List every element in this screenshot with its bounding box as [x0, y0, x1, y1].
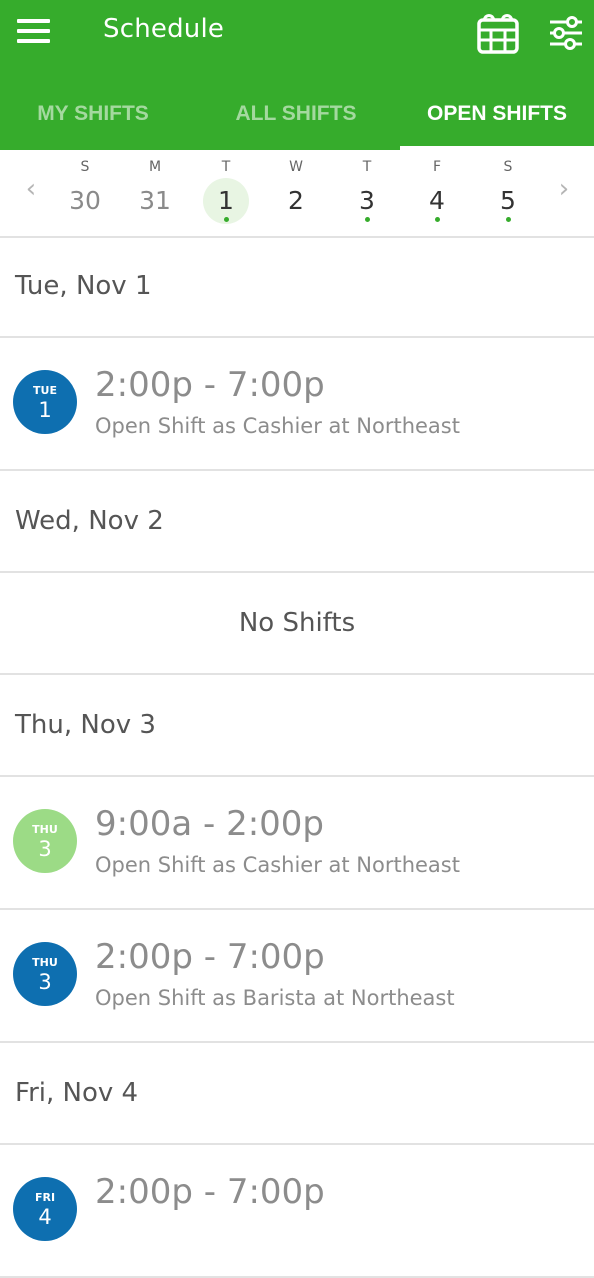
day-header: Wed, Nov 2	[0, 471, 594, 573]
has-shifts-dot	[365, 217, 370, 222]
shift-row[interactable]: THU 3 9:00a - 2:00p Open Shift as Cashier a…	[0, 777, 594, 910]
shift-description: Open Shift as Cashier at Northeast	[95, 414, 460, 438]
shift-description: Open Shift as Barista at Northeast	[95, 986, 455, 1010]
week-day[interactable]: T3	[337, 150, 397, 236]
day-of-week-label: F	[432, 159, 442, 175]
week-day[interactable]: S5	[478, 150, 538, 236]
day-of-week-label: S	[503, 159, 513, 175]
day-of-week-label: M	[148, 159, 162, 175]
no-shifts-text: No Shifts	[238, 608, 356, 638]
tab-bar: MY SHIFTS ALL SHIFTS OPEN SHIFTS	[0, 86, 594, 150]
day-number: 1	[218, 186, 234, 215]
day-of-week-label: S	[80, 159, 90, 175]
tab-all-shifts[interactable]: ALL SHIFTS	[196, 86, 396, 150]
day-of-week-label: W	[289, 159, 303, 175]
shift-row[interactable]: TUE 1 2:00p - 7:00p Open Shift as Cashier a…	[0, 338, 594, 471]
app-bar: Schedule MY SHIFTS ALL SHIFTS OPEN SHIFT…	[0, 0, 594, 150]
shift-time: 2:00p - 7:00p	[95, 1172, 325, 1212]
empty-day-row: No Shifts	[0, 573, 594, 675]
badge-day-number: 1	[38, 398, 52, 422]
badge-day-of-week: TUE	[33, 384, 57, 397]
day-number: 3	[359, 186, 375, 215]
week-day[interactable]: S 30	[55, 150, 115, 236]
shift-time: 2:00p - 7:00p	[95, 937, 325, 977]
menu-icon[interactable]	[17, 19, 51, 45]
week-day[interactable]: M 31	[125, 150, 185, 236]
day-number: 30	[69, 186, 101, 215]
day-of-week-label: T	[221, 159, 231, 175]
badge-day-number: 3	[38, 837, 52, 861]
day-of-week-label: T	[362, 159, 372, 175]
shift-time: 2:00p - 7:00p	[95, 365, 325, 405]
shift-row[interactable]: THU 3 2:00p - 7:00p Open Shift as Barista a…	[0, 910, 594, 1043]
next-week-chevron-icon[interactable]: ›	[552, 174, 576, 204]
date-badge: THU 3	[13, 942, 77, 1006]
calendar-grid-icon[interactable]	[476, 12, 520, 54]
has-shifts-dot	[224, 217, 229, 222]
date-badge: TUE 1	[13, 370, 77, 434]
tab-my-shifts[interactable]: MY SHIFTS	[0, 86, 186, 150]
has-shifts-dot	[506, 217, 511, 222]
week-day[interactable]: F4	[407, 150, 467, 236]
date-badge: FRI 4	[13, 1177, 77, 1241]
has-shifts-dot	[435, 217, 440, 222]
day-number: 4	[429, 186, 445, 215]
day-header: Thu, Nov 3	[0, 675, 594, 777]
shift-row[interactable]: FRI 4 2:00p - 7:00p	[0, 1145, 594, 1278]
badge-day-of-week: THU	[32, 956, 58, 969]
week-day[interactable]: W2	[266, 150, 326, 236]
badge-day-number: 3	[38, 970, 52, 994]
week-day[interactable]: T1	[196, 150, 256, 236]
day-number: 5	[500, 186, 516, 215]
day-header: Tue, Nov 1	[0, 236, 594, 338]
date-badge: THU 3	[13, 809, 77, 873]
day-header: Fri, Nov 4	[0, 1043, 594, 1145]
badge-day-of-week: THU	[32, 823, 58, 836]
day-number: 31	[139, 186, 171, 215]
shift-time: 9:00a - 2:00p	[95, 804, 325, 844]
week-strip: ‹ › S 30 M 31 T 1 W 2 T 3 F 4 S 5	[0, 150, 594, 238]
shift-description: Open Shift as Cashier at Northeast	[95, 853, 460, 877]
previous-week-chevron-icon[interactable]: ‹	[19, 174, 43, 204]
filter-sliders-icon[interactable]	[548, 15, 584, 51]
tab-open-shifts[interactable]: OPEN SHIFTS	[400, 86, 594, 150]
badge-day-of-week: FRI	[34, 1191, 56, 1204]
page-title: Schedule	[103, 14, 225, 44]
badge-day-number: 4	[38, 1205, 52, 1229]
day-number: 2	[288, 186, 304, 215]
